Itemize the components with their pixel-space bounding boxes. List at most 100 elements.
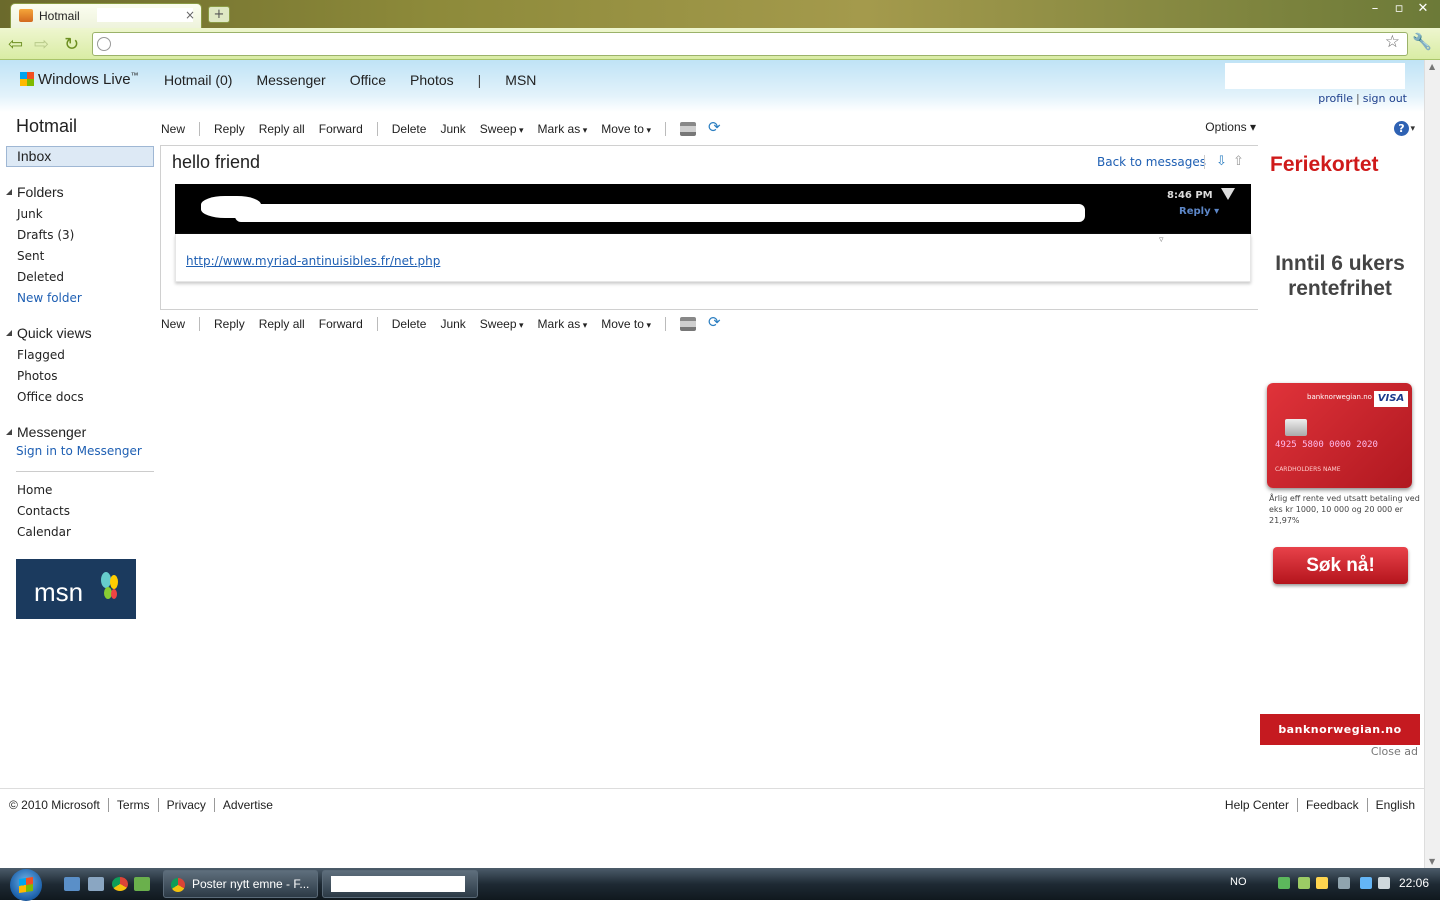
back-arrow-icon[interactable]: ⇦	[8, 34, 23, 55]
windows-live-logo[interactable]: Windows Live™	[20, 71, 139, 88]
maximize-button[interactable]: ▫	[1388, 2, 1410, 18]
page-scrollbar[interactable]: ▲ ▼	[1424, 60, 1440, 868]
sidebar-item-calendar[interactable]: Calendar	[17, 525, 71, 539]
refresh-icon[interactable]: ⟳	[708, 315, 724, 331]
show-desktop-icon[interactable]	[64, 877, 80, 891]
tray-app-icon[interactable]	[1298, 877, 1310, 889]
taskbar-clock[interactable]: 22:06	[1399, 876, 1429, 890]
forward-button[interactable]: Forward	[319, 122, 363, 136]
advertise-link[interactable]: Advertise	[213, 798, 281, 812]
messenger-icon[interactable]	[134, 877, 150, 891]
tray-network-icon[interactable]	[1278, 877, 1290, 889]
sidebar-item-inbox[interactable]: Inbox	[6, 146, 154, 167]
sidebar-item-sent[interactable]: Sent	[17, 249, 44, 263]
print-icon[interactable]	[679, 317, 696, 331]
browser-tab-hotmail[interactable]: Hotmail ×	[10, 3, 202, 28]
forward-arrow-icon[interactable]: ⇨	[34, 34, 49, 55]
sidebar-item-contacts[interactable]: Contacts	[17, 504, 70, 518]
tray-monitor-icon[interactable]	[1360, 877, 1372, 889]
nav-hotmail[interactable]: Hotmail (0)	[164, 72, 232, 88]
taskbar-active-window[interactable]	[322, 870, 478, 898]
help-caret-icon[interactable]: ▾	[1410, 124, 1415, 134]
reply-button[interactable]: Reply	[214, 317, 245, 331]
move-to-dropdown[interactable]: Move to	[601, 317, 651, 331]
profile-link[interactable]: profile	[1318, 92, 1353, 105]
reply-dropdown[interactable]: Reply ▾	[1179, 206, 1219, 217]
move-to-dropdown[interactable]: Move to	[601, 122, 651, 136]
help-icon[interactable]: ?	[1394, 121, 1409, 136]
tray-device-icon[interactable]	[1338, 877, 1350, 889]
reply-button[interactable]: Reply	[214, 122, 245, 136]
quick-views-heading[interactable]: Quick views	[6, 325, 92, 341]
back-to-messages-link[interactable]: Back to messages	[1097, 155, 1206, 169]
scroll-up-icon[interactable]: ▲	[1429, 62, 1435, 71]
previous-message-icon[interactable]: ⇧	[1233, 154, 1244, 169]
nav-messenger[interactable]: Messenger	[256, 72, 325, 88]
nav-office[interactable]: Office	[350, 72, 386, 88]
scroll-down-icon[interactable]: ▼	[1429, 857, 1435, 866]
sidebar-item-office-docs[interactable]: Office docs	[17, 390, 84, 404]
new-button[interactable]: New	[161, 122, 185, 136]
sidebar-item-drafts[interactable]: Drafts (3)	[17, 228, 74, 242]
mark-as-dropdown[interactable]: Mark as	[538, 317, 588, 331]
apply-now-button[interactable]: Søk nå!	[1273, 547, 1408, 584]
close-window-button[interactable]: ✕	[1412, 2, 1434, 18]
sweep-dropdown[interactable]: Sweep	[480, 317, 524, 331]
address-bar[interactable]	[92, 32, 1408, 56]
sidebar-item-flagged[interactable]: Flagged	[17, 348, 65, 362]
close-ad-link[interactable]: Close ad	[1371, 745, 1418, 758]
mark-as-dropdown[interactable]: Mark as	[538, 122, 588, 136]
explorer-icon[interactable]	[88, 877, 104, 891]
msn-logo[interactable]: msn	[16, 559, 136, 619]
credit-card-image[interactable]: banknorwegian.no VISA 4925 5800 0000 202…	[1267, 383, 1412, 488]
options-dropdown[interactable]: Options ▾	[1205, 120, 1256, 134]
print-icon[interactable]	[679, 122, 696, 136]
ad-brand[interactable]: Feriekortet	[1270, 153, 1379, 177]
new-folder-link[interactable]: New folder	[17, 291, 82, 305]
sign-out-link[interactable]: sign out	[1363, 92, 1407, 105]
sidebar-item-photos[interactable]: Photos	[17, 369, 57, 383]
reload-icon[interactable]: ↻	[64, 34, 79, 55]
sidebar-item-deleted[interactable]: Deleted	[17, 270, 64, 284]
help-center-link[interactable]: Help Center	[1225, 798, 1297, 812]
junk-button[interactable]: Junk	[440, 317, 465, 331]
advertisement[interactable]: Feriekortet Inntil 6 ukers rentefrihet b…	[1260, 145, 1424, 765]
start-button[interactable]	[10, 869, 42, 901]
ad-promo-text[interactable]: Inntil 6 ukers rentefrihet	[1264, 251, 1416, 301]
new-button[interactable]: New	[161, 317, 185, 331]
language-indicator[interactable]: NO	[1230, 876, 1247, 888]
messenger-heading[interactable]: Messenger	[6, 424, 86, 440]
bank-banner[interactable]: banknorwegian.no	[1260, 714, 1420, 745]
feedback-link[interactable]: Feedback	[1296, 798, 1367, 812]
delete-button[interactable]: Delete	[392, 317, 427, 331]
sidebar-item-junk[interactable]: Junk	[17, 207, 43, 221]
new-tab-button[interactable]: +	[208, 6, 230, 23]
tray-volume-icon[interactable]	[1378, 877, 1390, 889]
message-link[interactable]: http://www.myriad-antinuisibles.fr/net.p…	[186, 254, 440, 268]
address-input[interactable]	[117, 35, 1377, 53]
reply-all-button[interactable]: Reply all	[259, 122, 305, 136]
minimize-button[interactable]: –	[1364, 2, 1386, 18]
nav-photos[interactable]: Photos	[410, 72, 454, 88]
taskbar-chrome-window[interactable]: Poster nytt emne - F...	[163, 870, 318, 898]
privacy-link[interactable]: Privacy	[157, 798, 214, 812]
nav-msn[interactable]: MSN	[505, 72, 536, 88]
tray-security-icon[interactable]	[1316, 877, 1328, 889]
sidebar-app-title[interactable]: Hotmail	[16, 116, 77, 137]
language-link[interactable]: English	[1366, 798, 1415, 812]
next-message-icon[interactable]: ⇩	[1216, 154, 1227, 169]
terms-link[interactable]: Terms	[107, 798, 158, 812]
sign-in-messenger-link[interactable]: Sign in to Messenger	[16, 444, 142, 458]
chrome-icon[interactable]	[112, 877, 128, 891]
tab-close-icon[interactable]: ×	[185, 8, 195, 22]
delete-button[interactable]: Delete	[392, 122, 427, 136]
sweep-dropdown[interactable]: Sweep	[480, 122, 524, 136]
reply-all-button[interactable]: Reply all	[259, 317, 305, 331]
folders-heading[interactable]: Folders	[6, 184, 64, 200]
flag-icon[interactable]	[1221, 188, 1235, 200]
bookmark-star-icon[interactable]: ☆	[1385, 32, 1400, 52]
junk-button[interactable]: Junk	[440, 122, 465, 136]
wrench-icon[interactable]: 🔧	[1412, 32, 1432, 51]
forward-button[interactable]: Forward	[319, 317, 363, 331]
refresh-icon[interactable]: ⟳	[708, 120, 724, 136]
